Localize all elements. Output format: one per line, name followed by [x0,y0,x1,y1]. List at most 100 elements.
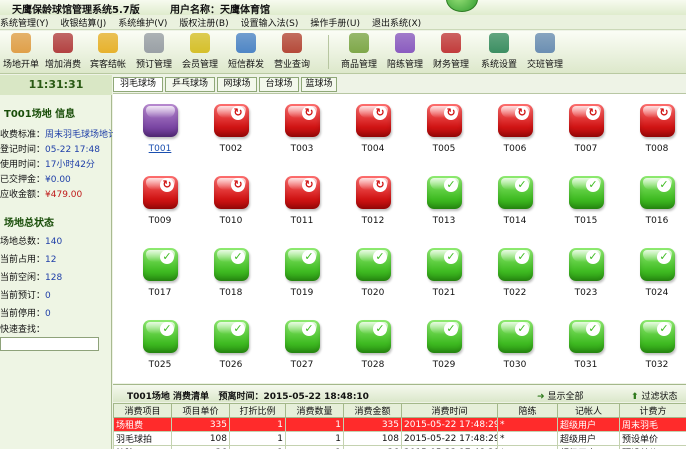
toolbar-button-5[interactable]: 短信群发 [225,33,267,70]
info-label: 收费标准： [0,130,46,140]
court-id: T009 [148,216,172,226]
court-free-icon: ✓ [214,320,249,353]
quick-search-input[interactable] [0,337,99,351]
table-row[interactable]: 护腕3611362015-05-22 17:48:29*超级用户预设单价 [113,445,686,449]
menu-item-1[interactable]: 收银结算(J) [61,16,107,29]
menu-item-6[interactable]: 退出系统(X) [372,16,421,29]
tab-2[interactable]: 网球场 [217,77,257,92]
toolbar-button-7[interactable]: 商品管理 [338,33,380,70]
court-tile[interactable]: ✓ T024 [616,240,676,306]
court-tile[interactable]: ↻ T010 [190,168,250,234]
court-tile[interactable]: ✓ T032 [616,312,676,378]
toolbar-button-3[interactable]: 预订管理 [133,33,175,70]
menu-item-4[interactable]: 设置输入法(S) [241,16,299,29]
court-busy-icon: ↻ [214,104,249,137]
court-tile[interactable]: ✓ T030 [474,312,534,378]
court-tile[interactable]: ✓ T031 [545,312,605,378]
column-header[interactable]: 打折比例 [229,403,286,418]
table-cell: 超级用户 [557,417,620,432]
tab-3[interactable]: 台球场 [259,77,299,92]
menu-item-0[interactable]: 系统管理(Y) [0,16,49,29]
court-free-icon: ✓ [214,248,249,281]
court-tile[interactable]: ↻ T009 [119,168,179,234]
table-cell: 36 [171,445,230,449]
court-tile[interactable]: ✓ T013 [403,168,463,234]
court-tile[interactable]: ✓ T019 [261,240,321,306]
court-id: T008 [645,144,669,154]
court-tile[interactable]: ↻ T004 [332,96,392,162]
toolbar-button-0[interactable]: 场地开单 [0,33,42,70]
court-tile[interactable]: ↻ T012 [332,168,392,234]
court-tile[interactable]: ✓ T027 [261,312,321,378]
menu-item-2[interactable]: 系统维护(V) [118,16,167,29]
toolbar-button-4[interactable]: 会员管理 [179,33,221,70]
court-id: T023 [574,288,598,298]
column-header[interactable]: 项目单价 [171,403,230,418]
court-tile[interactable]: ✓ T021 [403,240,463,306]
toolbar-button-2[interactable]: 宾客结帐 [87,33,129,70]
column-header[interactable]: 记帐人 [557,403,620,418]
table-cell: * [497,417,558,432]
court-tile[interactable]: ↻ T003 [261,96,321,162]
court-tile[interactable]: ↻ T006 [474,96,534,162]
court-tile[interactable]: ↻ T005 [403,96,463,162]
court-id: T013 [432,216,456,226]
menu-item-3[interactable]: 版权注册(B) [179,16,228,29]
court-tile[interactable]: ✓ T022 [474,240,534,306]
court-tile[interactable]: ✓ T023 [545,240,605,306]
toolbar-button-11[interactable]: 交班管理 [524,33,566,70]
settings-icon [489,33,509,53]
court-tile[interactable]: ✓ T025 [119,312,179,378]
column-header[interactable]: 消费时间 [401,403,498,418]
court-tile[interactable]: ✓ T014 [474,168,534,234]
table-cell: 2015-05-22 17:48:29 [401,431,498,446]
column-header[interactable]: 消费金额 [343,403,402,418]
toolbar-button-9[interactable]: 财务管理 [430,33,472,70]
booking-clock-icon [144,33,164,53]
toolbar-label: 宾客结帐 [89,60,126,70]
court-tile[interactable]: ✓ T015 [545,168,605,234]
court-tile[interactable]: ↻ T001 [119,96,179,162]
court-tile[interactable]: ↻ T002 [190,96,250,162]
status-label: 当前预订： [0,291,46,301]
column-header[interactable]: 消费数量 [285,403,344,418]
court-tile[interactable]: ✓ T017 [119,240,179,306]
menu-item-5[interactable]: 操作手册(U) [310,16,360,29]
court-tile[interactable]: ✓ T028 [332,312,392,378]
toolbar-button-1[interactable]: 增加消费 [42,33,84,70]
column-header[interactable]: 计费方 [619,403,686,418]
status-row: 当前停用：0 [0,306,51,319]
show-all-button[interactable]: ➜ 显示全部 [537,389,584,402]
info-row: 登记时间：05-22 17:48 [0,142,100,155]
court-busy-icon: ↻ [640,104,675,137]
court-tile[interactable]: ✓ T018 [190,240,250,306]
court-id: T022 [503,288,527,298]
court-free-icon: ✓ [356,320,391,353]
court-tile[interactable]: ↻ T008 [616,96,676,162]
court-id: T027 [290,360,314,370]
court-id: T021 [432,288,456,298]
court-type-tabs: 羽毛球场 乒乓球场 网球场 台球场 篮球场 [113,77,686,93]
court-tile[interactable]: ✓ T026 [190,312,250,378]
table-cell: 1 [229,445,286,449]
tab-0[interactable]: 羽毛球场 [113,77,163,92]
filter-button[interactable]: ⬆ 过滤状态 [631,389,678,402]
court-tile[interactable]: ↻ T011 [261,168,321,234]
table-row[interactable]: 场租费 335 1 1 335 2015-05-22 17:48:29 * 超级用户 周末羽毛 [113,417,686,432]
info-label: 使用时间： [0,160,46,170]
toolbar-button-6[interactable]: 营业查询 [271,33,313,70]
status-row: 场地总数：140 [0,234,62,247]
court-tile[interactable]: ↻ T007 [545,96,605,162]
table-row[interactable]: 羽毛球拍 108 1 1 108 2015-05-22 17:48:29 * 超级用户 预设单价 [113,431,686,446]
court-id: T025 [148,360,172,370]
column-header[interactable]: 消费项目 [113,403,172,418]
court-tile[interactable]: ✓ T016 [616,168,676,234]
toolbar-button-10[interactable]: 系统设置 [478,33,520,70]
court-tile[interactable]: ✓ T029 [403,312,463,378]
table-cell: 108 [343,431,402,446]
tab-1[interactable]: 乒乓球场 [165,77,215,92]
tab-4[interactable]: 篮球场 [301,77,337,92]
court-tile[interactable]: ✓ T020 [332,240,392,306]
toolbar-button-8[interactable]: 陪练管理 [384,33,426,70]
column-header[interactable]: 陪练 [497,403,558,418]
